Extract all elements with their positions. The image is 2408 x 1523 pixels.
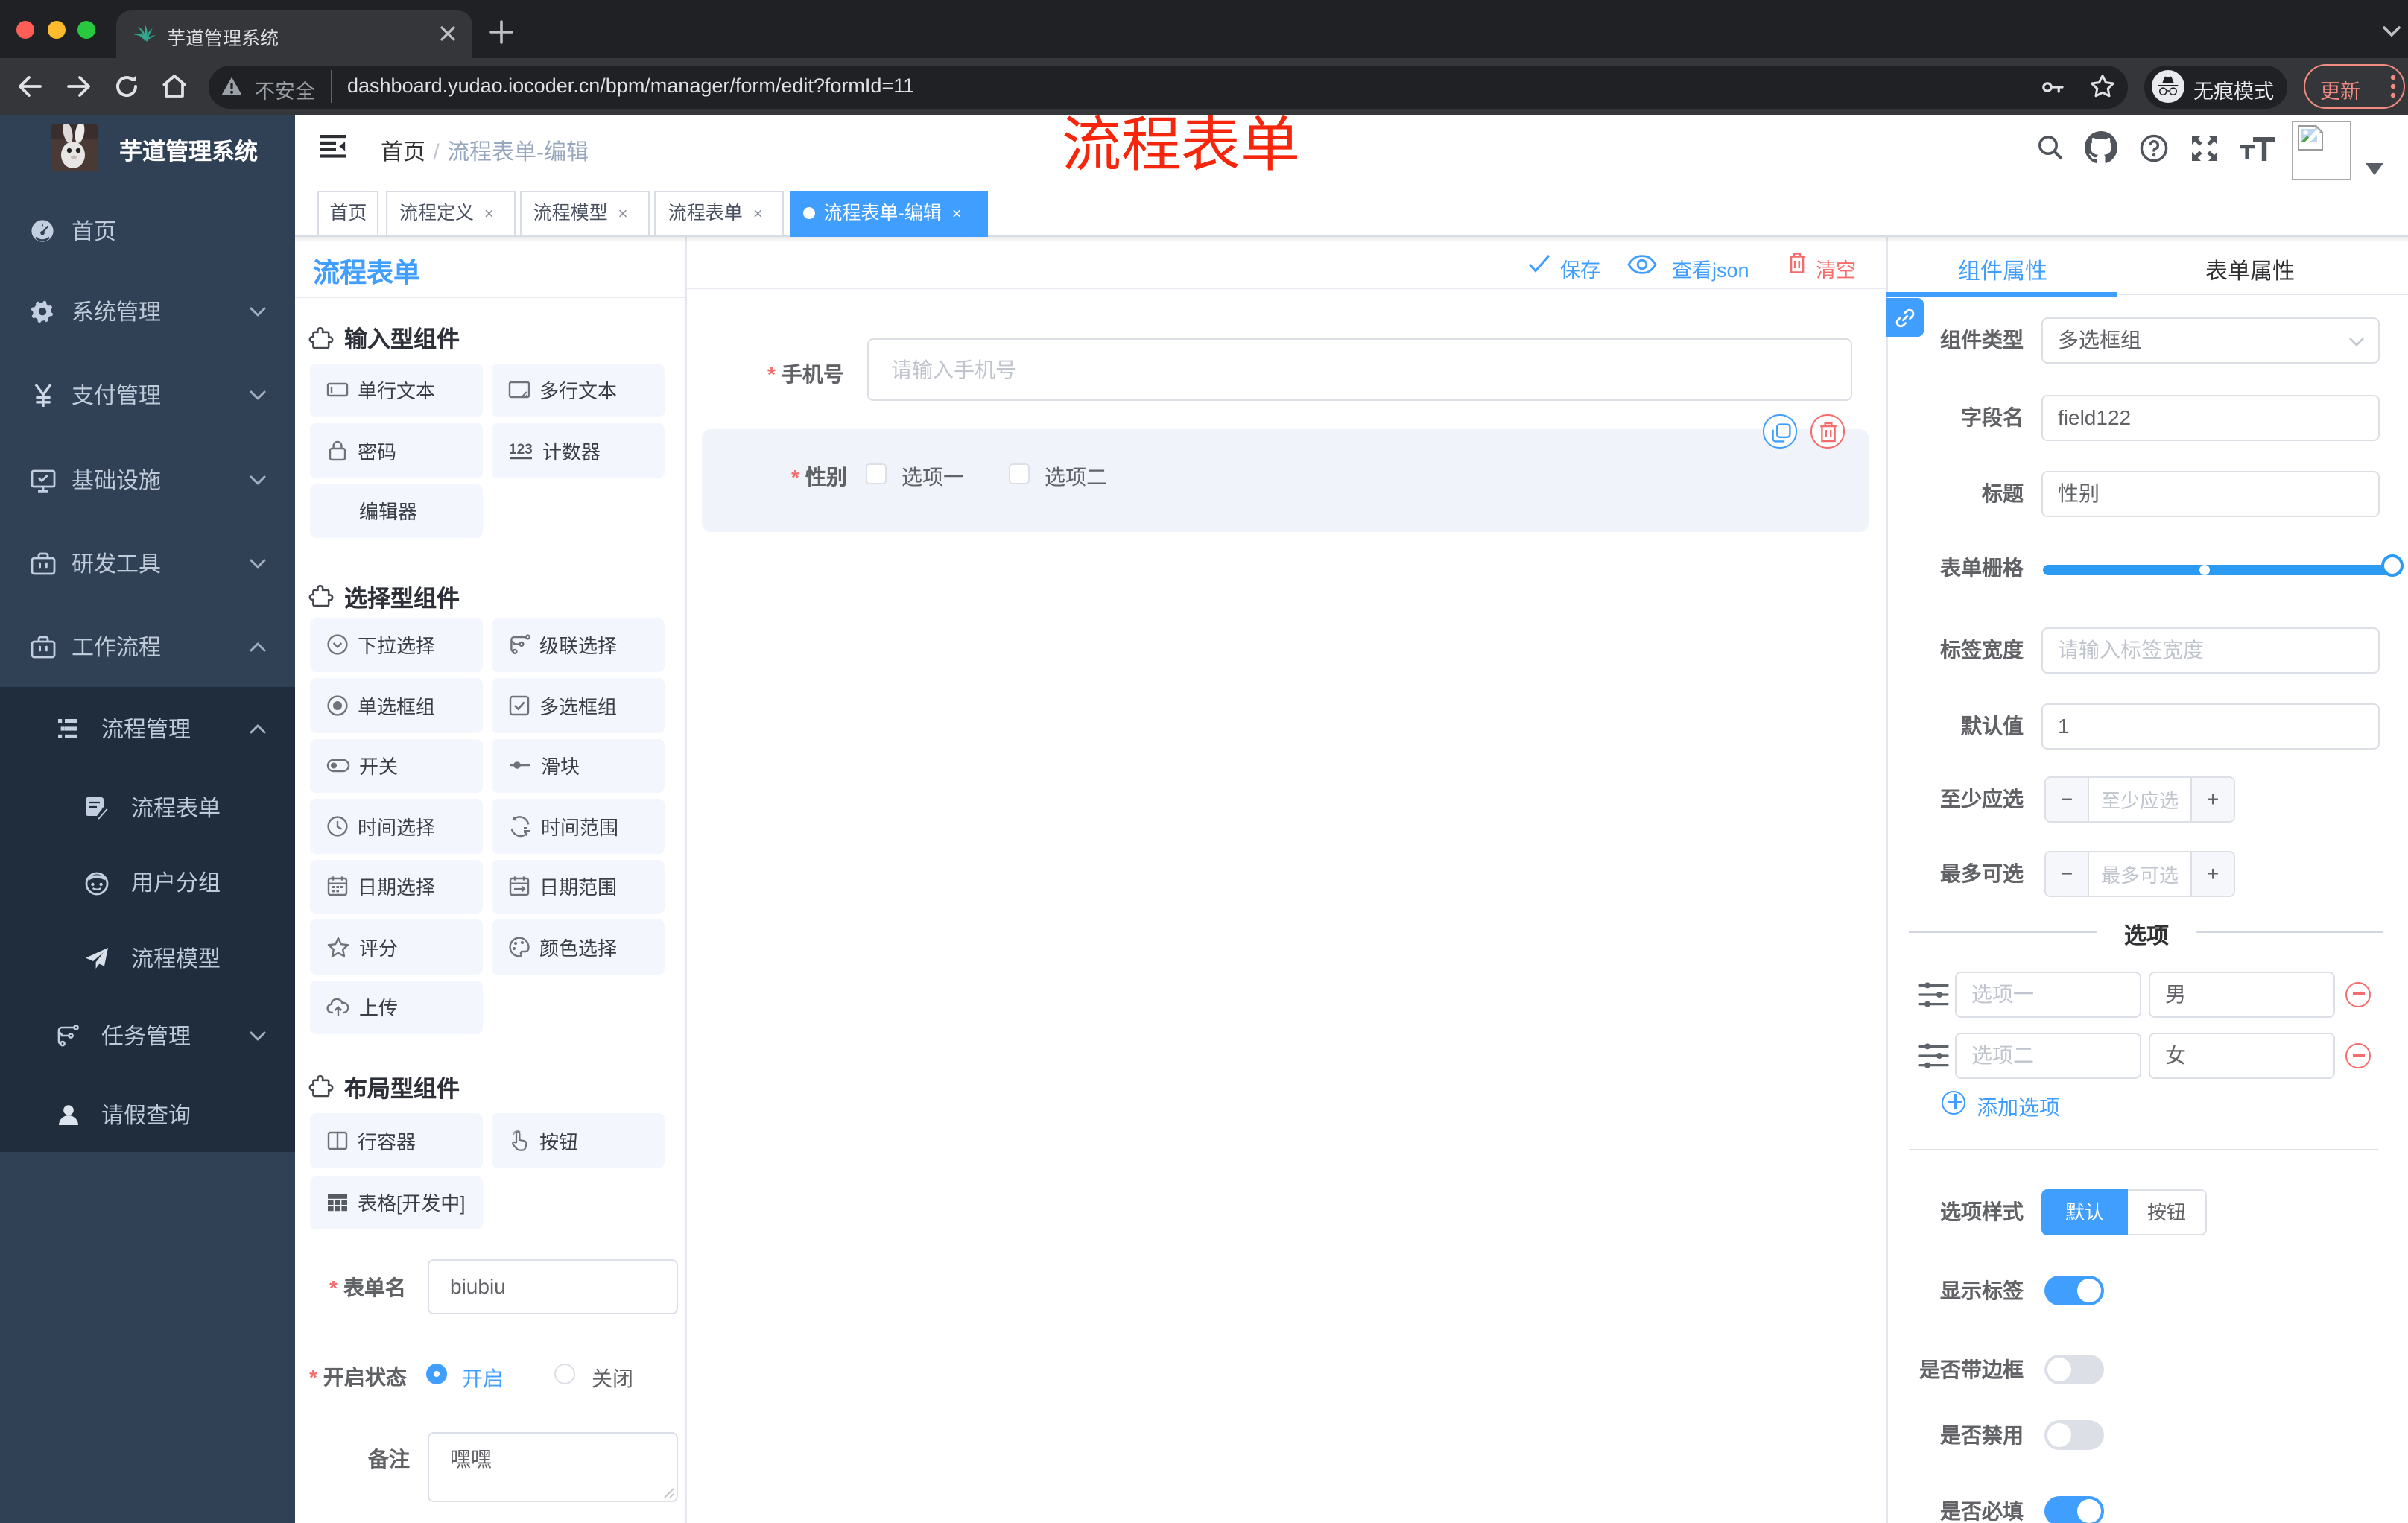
svg-text:123: 123 — [509, 443, 533, 458]
